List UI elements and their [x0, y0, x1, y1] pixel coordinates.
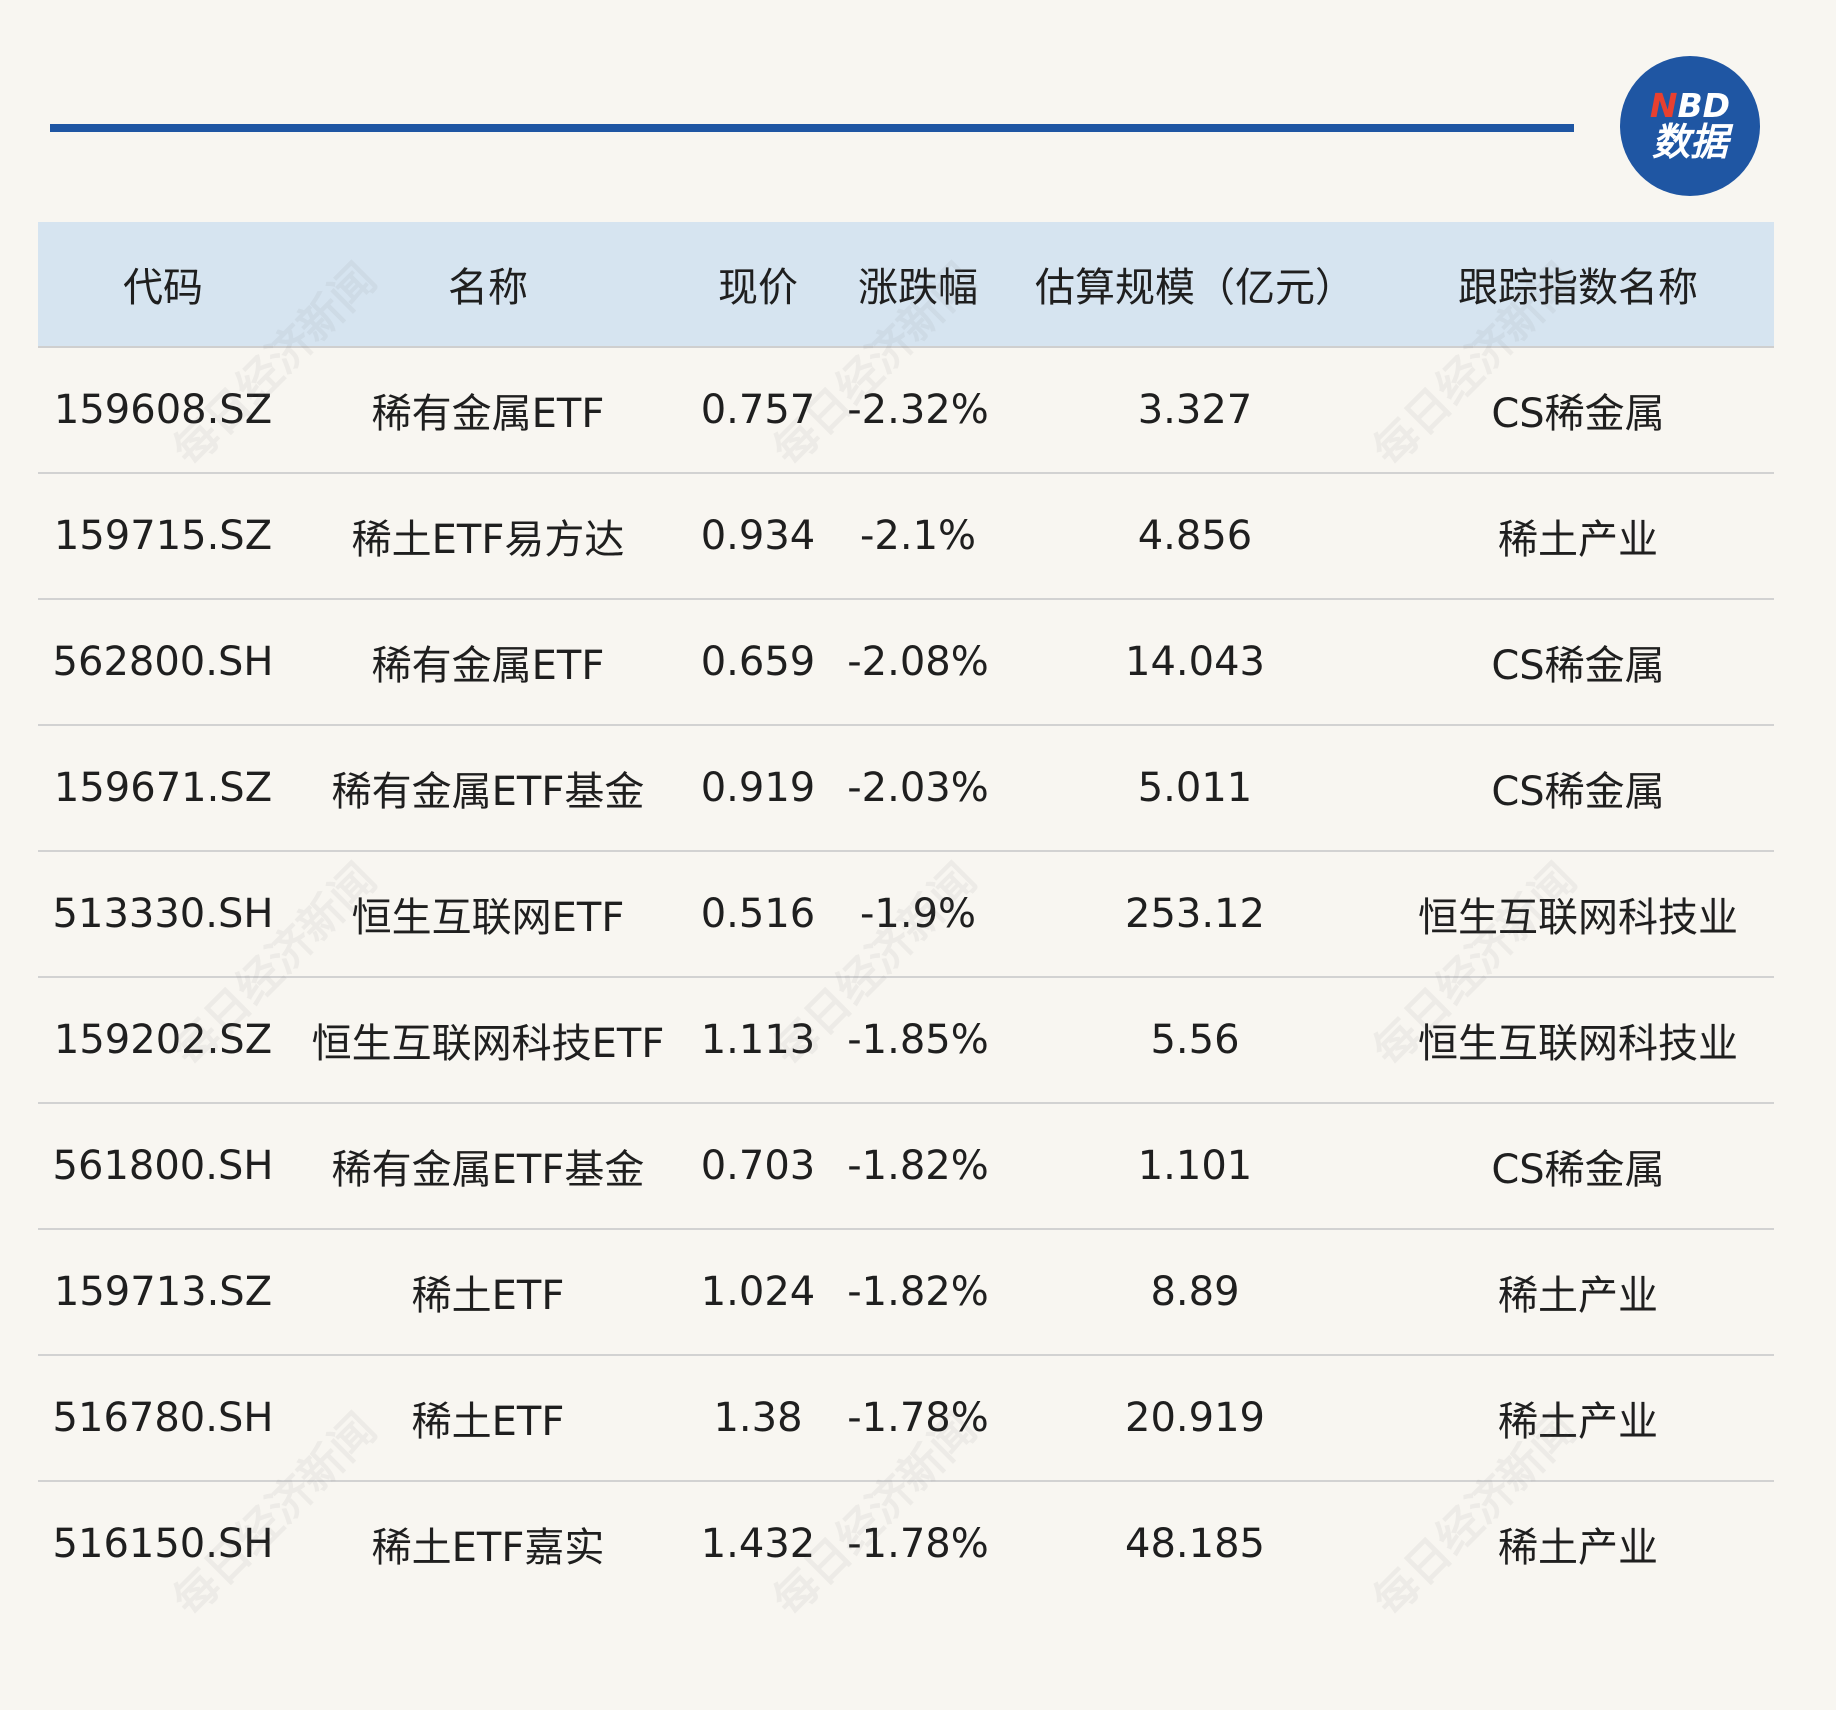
cell-size: 14.043 [1008, 599, 1382, 726]
cell-size: 8.89 [1008, 1229, 1382, 1356]
cell-price: 1.113 [688, 977, 828, 1104]
cell-change: -1.85% [828, 977, 1008, 1104]
table-row: 159202.SZ 恒生互联网科技ETF 1.113 -1.85% 5.56 恒… [38, 977, 1774, 1104]
etf-table: 代码 名称 现价 涨跌幅 估算规模（亿元） 跟踪指数名称 159608.SZ 稀… [38, 222, 1774, 1606]
cell-price: 1.38 [688, 1355, 828, 1482]
etf-table-container: 代码 名称 现价 涨跌幅 估算规模（亿元） 跟踪指数名称 159608.SZ 稀… [38, 222, 1774, 1606]
table-row: 159713.SZ 稀土ETF 1.024 -1.82% 8.89 稀土产业 [38, 1229, 1774, 1356]
cell-code: 516780.SH [38, 1355, 288, 1482]
cell-price: 1.024 [688, 1229, 828, 1356]
cell-code: 159715.SZ [38, 473, 288, 600]
cell-price: 0.934 [688, 473, 828, 600]
table-row: 562800.SH 稀有金属ETF 0.659 -2.08% 14.043 CS… [38, 599, 1774, 726]
cell-price: 0.757 [688, 347, 828, 474]
cell-code: 159671.SZ [38, 725, 288, 852]
cell-price: 0.659 [688, 599, 828, 726]
table-row: 159671.SZ 稀有金属ETF基金 0.919 -2.03% 5.011 C… [38, 725, 1774, 852]
cell-code: 159608.SZ [38, 347, 288, 474]
cell-code: 561800.SH [38, 1103, 288, 1230]
cell-name: 稀有金属ETF [288, 347, 688, 474]
cell-index: 恒生互联网科技业 [1382, 851, 1774, 978]
cell-index: CS稀金属 [1382, 599, 1774, 726]
cell-name: 恒生互联网科技ETF [288, 977, 688, 1104]
cell-change: -1.9% [828, 851, 1008, 978]
cell-change: -1.78% [828, 1355, 1008, 1482]
cell-change: -2.08% [828, 599, 1008, 726]
cell-price: 0.919 [688, 725, 828, 852]
cell-code: 159713.SZ [38, 1229, 288, 1356]
cell-name: 稀土ETF [288, 1355, 688, 1482]
header-price: 现价 [688, 222, 828, 348]
cell-name: 稀有金属ETF [288, 599, 688, 726]
cell-code: 562800.SH [38, 599, 288, 726]
cell-change: -2.03% [828, 725, 1008, 852]
header-index: 跟踪指数名称 [1382, 222, 1774, 348]
cell-change: -1.82% [828, 1103, 1008, 1230]
cell-price: 0.516 [688, 851, 828, 978]
cell-index: 恒生互联网科技业 [1382, 977, 1774, 1104]
cell-index: 稀土产业 [1382, 473, 1774, 600]
header-code: 代码 [38, 222, 288, 348]
cell-index: CS稀金属 [1382, 725, 1774, 852]
cell-change: -2.32% [828, 347, 1008, 474]
cell-code: 516150.SH [52, 1521, 274, 1567]
cell-code: 513330.SH [38, 851, 288, 978]
cell-change: -2.1% [828, 473, 1008, 600]
cell-name: 稀土ETF嘉实 [371, 1525, 605, 1571]
table-row: 159715.SZ 稀土ETF易方达 0.934 -2.1% 4.856 稀土产… [38, 473, 1774, 600]
cell-price: 1.432 [700, 1521, 816, 1567]
table-row: 513330.SH 恒生互联网ETF 0.516 -1.9% 253.12 恒生… [38, 851, 1774, 978]
cell-change: -1.82% [828, 1229, 1008, 1356]
header-change: 涨跌幅 [828, 222, 1008, 348]
cell-name: 恒生互联网ETF [288, 851, 688, 978]
nbd-data-logo: NBD 数据 [1620, 56, 1760, 196]
header-name: 名称 [288, 222, 688, 348]
cell-size: 1.101 [1008, 1103, 1382, 1230]
cell-name: 稀有金属ETF基金 [288, 1103, 688, 1230]
table-row: 159608.SZ 稀有金属ETF 0.757 -2.32% 3.327 CS稀… [38, 347, 1774, 474]
cell-size: 3.327 [1008, 347, 1382, 474]
cell-index: 稀土产业 [1382, 1355, 1774, 1482]
cell-name: 稀土ETF [288, 1229, 688, 1356]
header-size: 估算规模（亿元） [1008, 222, 1382, 348]
table-row: 516150.SH 稀土ETF嘉实 1.432 -1.78% 48.185 稀土… [38, 1481, 1774, 1606]
cell-size: 253.12 [1008, 851, 1382, 978]
cell-name: 稀有金属ETF基金 [288, 725, 688, 852]
cell-name: 稀土ETF易方达 [288, 473, 688, 600]
cell-size: 5.011 [1008, 725, 1382, 852]
cell-code: 159202.SZ [38, 977, 288, 1104]
table-row: 561800.SH 稀有金属ETF基金 0.703 -1.82% 1.101 C… [38, 1103, 1774, 1230]
cell-index: CS稀金属 [1382, 1103, 1774, 1230]
table-row: 516780.SH 稀土ETF 1.38 -1.78% 20.919 稀土产业 [38, 1355, 1774, 1482]
cell-index: CS稀金属 [1382, 347, 1774, 474]
top-divider [50, 124, 1574, 132]
cell-size: 20.919 [1008, 1355, 1382, 1482]
cell-change: -1.78% [847, 1521, 989, 1567]
cell-size: 48.185 [1125, 1521, 1265, 1567]
cell-size: 4.856 [1008, 473, 1382, 600]
cell-price: 0.703 [688, 1103, 828, 1230]
cell-index: 稀土产业 [1382, 1229, 1774, 1356]
cell-size: 5.56 [1008, 977, 1382, 1104]
cell-index: 稀土产业 [1498, 1525, 1658, 1571]
table-header-row: 代码 名称 现价 涨跌幅 估算规模（亿元） 跟踪指数名称 [38, 222, 1774, 348]
